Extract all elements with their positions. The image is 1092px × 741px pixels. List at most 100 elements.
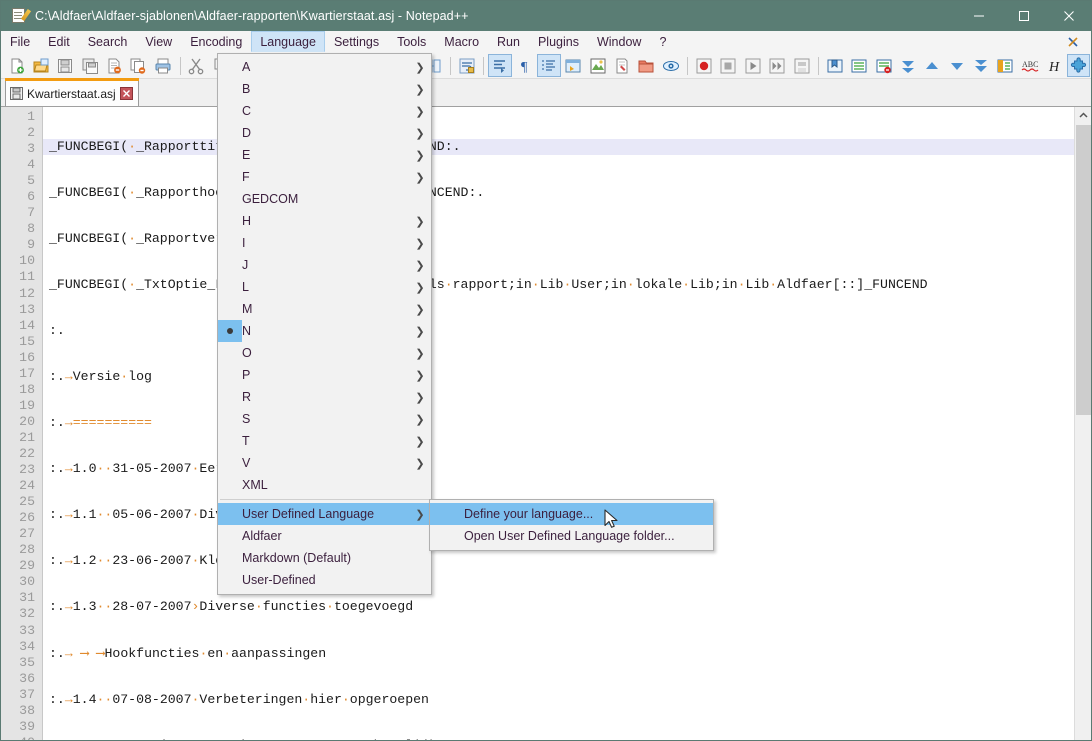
line-number: 31 bbox=[1, 590, 42, 606]
menu-item-t[interactable]: T ❯ bbox=[218, 430, 431, 452]
open-file-icon[interactable] bbox=[29, 54, 52, 77]
document-map-icon[interactable] bbox=[659, 54, 682, 77]
spellcheck-icon[interactable]: ABC bbox=[1018, 54, 1041, 77]
line-number: 12 bbox=[1, 286, 42, 302]
code-text-area[interactable]: _FUNCBEGI(·_Rapporttitel;Kwartierstaat[:… bbox=[43, 107, 1091, 741]
svg-text:¶: ¶ bbox=[521, 60, 528, 75]
submenu-item-define-your-language[interactable]: Define your language... bbox=[430, 503, 713, 525]
plugin-manager-icon[interactable] bbox=[1067, 54, 1090, 77]
menu-item-aldfaer[interactable]: Aldfaer bbox=[218, 525, 431, 547]
tab-kwartierstaat[interactable]: Kwartierstaat.asj bbox=[5, 81, 139, 106]
play-multiple-icon[interactable] bbox=[766, 54, 789, 77]
vertical-scroll-thumb[interactable] bbox=[1076, 125, 1091, 415]
menu-item-h[interactable]: H ❯ bbox=[218, 210, 431, 232]
bookmark-icon[interactable] bbox=[823, 54, 846, 77]
bullet-cell bbox=[218, 298, 242, 320]
menu-language[interactable]: Language bbox=[251, 31, 325, 52]
bullet-cell bbox=[218, 188, 242, 210]
menu-item-d[interactable]: D ❯ bbox=[218, 122, 431, 144]
menu-macro[interactable]: Macro bbox=[435, 31, 488, 52]
menu-item-gedcom[interactable]: GEDCOM bbox=[218, 188, 431, 210]
record-macro-icon[interactable] bbox=[692, 54, 715, 77]
remove-unmarked-icon[interactable] bbox=[872, 54, 895, 77]
save-macro-icon[interactable] bbox=[790, 54, 813, 77]
menu-help[interactable]: ? bbox=[650, 31, 675, 52]
menu-item-j[interactable]: J ❯ bbox=[218, 254, 431, 276]
close-button[interactable] bbox=[1046, 1, 1091, 31]
chevron-up-icon[interactable] bbox=[1075, 107, 1092, 124]
menu-item-s[interactable]: S ❯ bbox=[218, 408, 431, 430]
hex-editor-icon[interactable]: H bbox=[1042, 54, 1065, 77]
play-macro-icon[interactable] bbox=[741, 54, 764, 77]
menu-item-l[interactable]: L ❯ bbox=[218, 276, 431, 298]
close-all-files-icon[interactable] bbox=[127, 54, 150, 77]
remove-bookmark-icon[interactable] bbox=[848, 54, 871, 77]
ui-goto-icon[interactable] bbox=[562, 54, 585, 77]
save-icon[interactable] bbox=[54, 54, 77, 77]
menu-item-xml[interactable]: XML bbox=[218, 474, 431, 496]
minimize-button[interactable] bbox=[956, 1, 1001, 31]
menu-view[interactable]: View bbox=[136, 31, 181, 52]
bullet-cell bbox=[218, 254, 242, 276]
new-file-icon[interactable] bbox=[5, 54, 28, 77]
menu-encoding[interactable]: Encoding bbox=[181, 31, 251, 52]
menu-item-m[interactable]: M ❯ bbox=[218, 298, 431, 320]
line-number: 2 bbox=[1, 125, 42, 141]
menu-item-label: T bbox=[242, 434, 409, 448]
menu-item-b[interactable]: B ❯ bbox=[218, 78, 431, 100]
menu-item-markdown-default[interactable]: Markdown (Default) bbox=[218, 547, 431, 569]
indent-guide-icon[interactable] bbox=[537, 54, 560, 77]
menu-plugins[interactable]: Plugins bbox=[529, 31, 588, 52]
menu-item-r[interactable]: R ❯ bbox=[218, 386, 431, 408]
menu-tools[interactable]: Tools bbox=[388, 31, 435, 52]
submenu-item-label: Define your language... bbox=[430, 507, 713, 521]
user-defined-dialog-icon[interactable] bbox=[586, 54, 609, 77]
menu-item-f[interactable]: F ❯ bbox=[218, 166, 431, 188]
first-bookmark-icon[interactable] bbox=[896, 54, 919, 77]
menu-edit[interactable]: Edit bbox=[39, 31, 79, 52]
show-all-chars-icon[interactable] bbox=[488, 54, 511, 77]
cut-icon[interactable] bbox=[185, 54, 208, 77]
print-icon[interactable] bbox=[151, 54, 174, 77]
line-number: 17 bbox=[1, 366, 42, 382]
previous-bookmark-icon[interactable] bbox=[921, 54, 944, 77]
menu-settings[interactable]: Settings bbox=[325, 31, 388, 52]
tab-close-icon[interactable] bbox=[120, 87, 133, 100]
menu-item-v[interactable]: V ❯ bbox=[218, 452, 431, 474]
function-list-icon[interactable] bbox=[610, 54, 633, 77]
close-file-icon[interactable] bbox=[102, 54, 125, 77]
menu-item-user-defined[interactable]: User-Defined bbox=[218, 569, 431, 591]
menu-item-i[interactable]: I ❯ bbox=[218, 232, 431, 254]
code-editor[interactable]: 1 2 3 4 5 6 7 8 9 10 11 12 13 14 15 16 1… bbox=[1, 107, 1091, 741]
toolbar-separator bbox=[450, 57, 451, 75]
invert-bookmark-icon[interactable] bbox=[994, 54, 1017, 77]
submenu-item-label: Open User Defined Language folder... bbox=[430, 529, 713, 543]
menu-item-p[interactable]: P ❯ bbox=[218, 364, 431, 386]
menu-item-a[interactable]: A ❯ bbox=[218, 56, 431, 78]
word-wrap-icon[interactable] bbox=[455, 54, 478, 77]
close-document-icon[interactable] bbox=[1063, 31, 1083, 52]
folder-workspace-icon[interactable] bbox=[635, 54, 658, 77]
pilcrow-icon[interactable]: ¶ bbox=[513, 54, 536, 77]
menu-item-label: M bbox=[242, 302, 409, 316]
maximize-button[interactable] bbox=[1001, 1, 1046, 31]
menu-item-n[interactable]: N ❯ bbox=[218, 320, 431, 342]
vertical-scrollbar[interactable] bbox=[1074, 107, 1091, 741]
menu-search[interactable]: Search bbox=[79, 31, 137, 52]
next-bookmark-icon[interactable] bbox=[945, 54, 968, 77]
menu-item-user-defined-language[interactable]: User Defined Language ❯ bbox=[218, 503, 431, 525]
line-number: 22 bbox=[1, 446, 42, 462]
bullet-cell bbox=[218, 364, 242, 386]
last-bookmark-icon[interactable] bbox=[969, 54, 992, 77]
save-all-icon[interactable] bbox=[78, 54, 101, 77]
menu-item-c[interactable]: C ❯ bbox=[218, 100, 431, 122]
menu-run[interactable]: Run bbox=[488, 31, 529, 52]
stop-macro-icon[interactable] bbox=[717, 54, 740, 77]
menu-item-e[interactable]: E ❯ bbox=[218, 144, 431, 166]
menu-item-o[interactable]: O ❯ bbox=[218, 342, 431, 364]
menu-window[interactable]: Window bbox=[588, 31, 650, 52]
tab-bar: Kwartierstaat.asj bbox=[1, 80, 1091, 107]
submenu-item-open-udl-folder[interactable]: Open User Defined Language folder... bbox=[430, 525, 713, 547]
line-number: 20 bbox=[1, 414, 42, 430]
menu-file[interactable]: File bbox=[1, 31, 39, 52]
